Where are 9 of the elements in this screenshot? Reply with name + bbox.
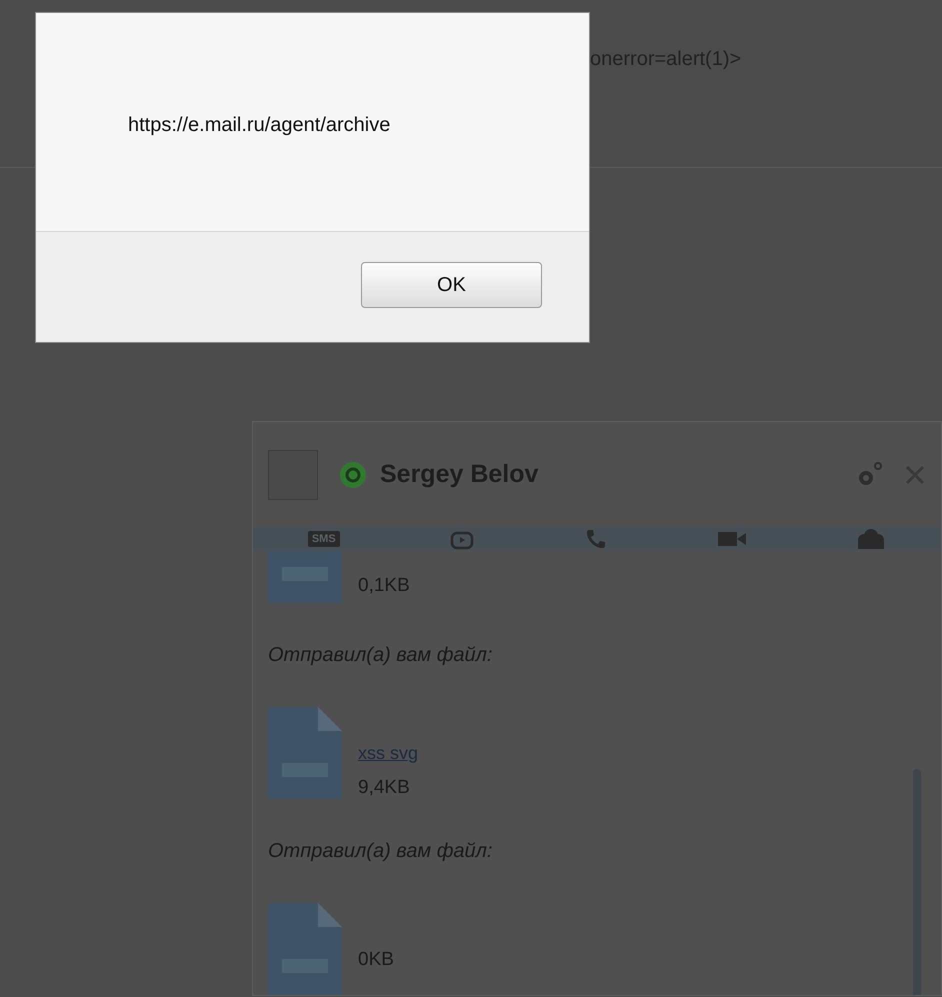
phone-icon[interactable] (584, 528, 607, 550)
file-icon (268, 903, 342, 995)
alert-message: https://e.mail.ru/agent/archive (128, 114, 390, 136)
sms-button[interactable]: SMS (308, 531, 340, 547)
video-camera-icon[interactable] (716, 529, 747, 549)
file-icon (268, 551, 342, 603)
ok-button[interactable]: OK (361, 262, 542, 308)
scrollbar[interactable] (913, 769, 921, 995)
file-icon (268, 707, 342, 799)
